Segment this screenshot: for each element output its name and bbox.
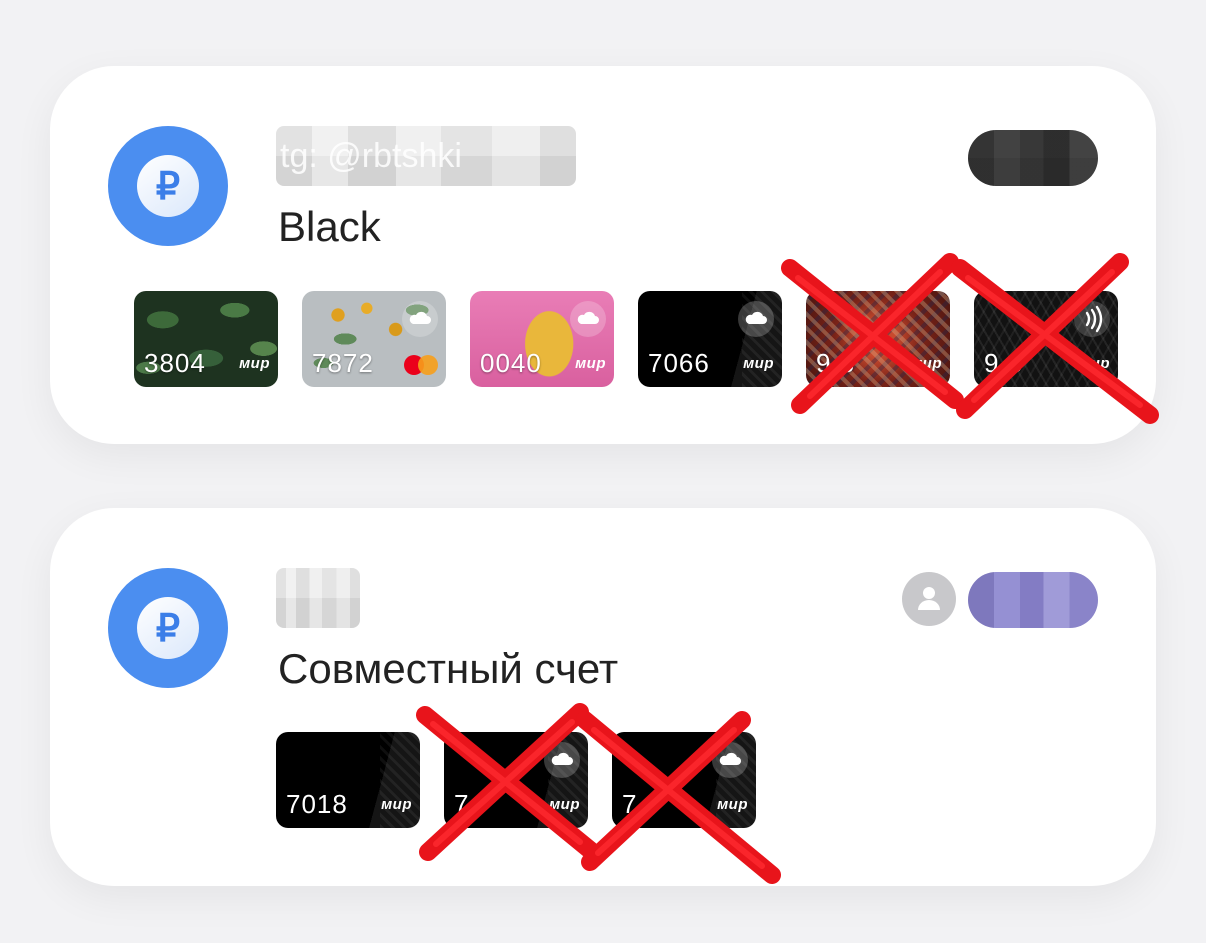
mir-logo: мир xyxy=(717,796,748,813)
card-number: 3804 xyxy=(144,348,206,378)
bank-card[interactable]: 7 мир xyxy=(612,732,756,828)
bank-card[interactable]: 9 8 мир xyxy=(806,291,950,387)
bank-card[interactable]: 0040 мир xyxy=(470,291,614,387)
nfc-icon xyxy=(1074,301,1110,337)
bank-card[interactable]: 7 мир xyxy=(444,732,588,828)
card-number: 7066 xyxy=(648,348,710,378)
user-icon[interactable] xyxy=(902,572,956,626)
account-name: Совместный счет xyxy=(278,645,619,692)
cards-row: 7018 мир 7 мир 7 мир xyxy=(276,732,756,828)
cloud-icon xyxy=(570,301,606,337)
account-card-joint[interactable]: ₽ Совместный счет 7018 мир 7 мир 7 мир xyxy=(50,508,1156,886)
blurred-pill xyxy=(968,572,1098,628)
mir-logo: мир xyxy=(549,796,580,813)
cloud-icon xyxy=(544,742,580,778)
card-number: 9 8 xyxy=(816,348,856,378)
mir-logo: мир xyxy=(239,355,270,372)
cloud-icon xyxy=(402,301,438,337)
bank-card[interactable]: 3804 мир xyxy=(134,291,278,387)
ruble-icon: ₽ xyxy=(108,126,228,246)
card-number: 7872 xyxy=(312,348,374,378)
mir-logo: мир xyxy=(911,355,942,372)
mir-logo: мир xyxy=(1079,355,1110,372)
cloud-icon xyxy=(738,301,774,337)
bank-card[interactable]: 7066 мир xyxy=(638,291,782,387)
cloud-icon xyxy=(712,742,748,778)
blurred-balance: tg: @rbtshki xyxy=(276,126,576,186)
cards-row: 3804 мир 7872 0040 мир 7066 мир 9 8 мир … xyxy=(134,291,1118,387)
card-number: 9 3 xyxy=(984,348,1024,378)
mir-logo: мир xyxy=(743,355,774,372)
bank-card[interactable]: 9 3 мир xyxy=(974,291,1118,387)
blurred-pill xyxy=(968,130,1098,186)
mastercard-logo xyxy=(404,355,438,375)
bank-card[interactable]: 7872 xyxy=(302,291,446,387)
card-number: 7 xyxy=(622,789,638,819)
card-number: 0040 xyxy=(480,348,542,378)
account-name: Black xyxy=(278,203,381,250)
mir-logo: мир xyxy=(381,796,412,813)
watermark-text: tg: @rbtshki xyxy=(280,137,462,175)
card-number: 7018 xyxy=(286,789,348,819)
blurred-balance xyxy=(276,568,360,628)
mir-logo: мир xyxy=(575,355,606,372)
ruble-icon: ₽ xyxy=(108,568,228,688)
account-card-black[interactable]: ₽ tg: @rbtshki Black 3804 мир 7872 0040 … xyxy=(50,66,1156,444)
bank-card[interactable]: 7018 мир xyxy=(276,732,420,828)
card-number: 7 xyxy=(454,789,470,819)
